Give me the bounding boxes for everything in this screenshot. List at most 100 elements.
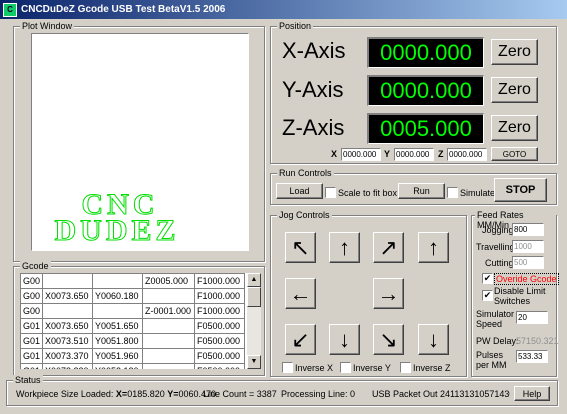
jog-x-minus-button[interactable]: ← <box>285 278 316 309</box>
logo-line2: DUDEZ <box>54 214 179 247</box>
gcode-grid[interactable]: G00 Z0005.000 F1000.000 G00 X0073.650 Y0060.1… <box>20 273 247 369</box>
run-button[interactable]: Run <box>398 183 445 199</box>
table-cell <box>92 273 144 289</box>
table-cell: X0073.370 <box>42 348 94 364</box>
table-cell: Y0051.800 <box>92 333 144 349</box>
x-axis-readout: 0000.000 <box>367 37 484 68</box>
jog-down-right-button[interactable]: ↘ <box>373 324 404 355</box>
usb-packet-out: USB Packet Out 24113131057143000 <box>372 389 510 399</box>
table-cell <box>42 303 94 319</box>
load-button[interactable]: Load <box>276 183 323 199</box>
simulator-speed-input[interactable]: 20 <box>516 311 548 324</box>
table-row[interactable]: G00 Z-0001.000 F1000.000 <box>20 303 246 319</box>
disable-limit-switches-checkbox[interactable]: ✔ <box>482 290 493 301</box>
goto-x-label: X <box>331 149 338 159</box>
jog-up-right-button[interactable]: ↗ <box>373 232 404 263</box>
table-cell: F0500.000 <box>194 333 246 349</box>
jog-controls-label: Jog Controls <box>277 210 332 220</box>
travelling-label: Travelling <box>476 242 515 252</box>
jogging-label: Jogging <box>482 225 514 235</box>
jog-x-plus-button[interactable]: → <box>373 278 404 309</box>
table-cell: F0500.000 <box>194 318 246 334</box>
plot-window-label: Plot Window <box>20 21 75 31</box>
gcode-label: Gcode <box>20 261 51 271</box>
goto-button[interactable]: GOTO <box>491 147 538 161</box>
override-gcode-label: Overide Gcode <box>494 273 559 285</box>
table-row[interactable]: G01 X0073.370 Y0051.960 F0500.000 <box>20 348 246 364</box>
workpiece-size: Workpiece Size Loaded: X=0185.820 Y=0060… <box>16 389 216 399</box>
simulator-speed-label: Simulator Speed <box>476 309 515 329</box>
app-icon: C <box>3 2 17 17</box>
stop-button[interactable]: STOP <box>494 178 547 202</box>
gcode-table: G00 Z0005.000 F1000.000 G00 X0073.650 Y0060.1… <box>20 273 246 369</box>
table-cell: X0073.650 <box>42 288 94 304</box>
table-cell <box>142 363 196 369</box>
jog-y-minus-button[interactable]: ↓ <box>329 324 360 355</box>
help-button[interactable]: Help <box>514 386 550 401</box>
table-cell: Y0051.650 <box>92 318 144 334</box>
position-label: Position <box>277 21 314 31</box>
goto-x-input[interactable]: 0000.000 <box>341 148 381 161</box>
jog-z-up-button[interactable]: ↑ <box>418 232 449 263</box>
table-cell: X0073.650 <box>42 318 94 334</box>
disable-limit-switches-label: Disable Limit Switches <box>494 286 546 306</box>
inverse-x-checkbox[interactable] <box>282 362 293 373</box>
table-row[interactable]: G01X0073.230Y0052.120 F0500.000 <box>20 363 246 369</box>
workpiece-label: Workpiece Size Loaded: <box>16 389 114 399</box>
table-cell <box>142 348 196 364</box>
goto-z-input[interactable]: 0000.000 <box>447 148 487 161</box>
scroll-down-icon[interactable]: ▼ <box>247 355 261 369</box>
table-cell: Y0052.120 <box>92 363 144 369</box>
jog-z-down-button[interactable]: ↓ <box>418 324 449 355</box>
table-cell <box>42 273 94 289</box>
table-cell: F0500.000 <box>194 363 246 369</box>
zero-y-button[interactable]: Zero <box>491 77 538 103</box>
goto-y-input[interactable]: 0000.000 <box>394 148 434 161</box>
zero-z-button[interactable]: Zero <box>491 115 538 141</box>
jog-y-plus-button[interactable]: ↑ <box>329 232 360 263</box>
y-axis-label: Y-Axis <box>282 77 344 102</box>
table-cell: G01 <box>20 363 44 369</box>
table-cell <box>142 333 196 349</box>
y-axis-readout: 0000.000 <box>367 75 484 106</box>
scale-to-fit-checkbox[interactable] <box>325 187 336 198</box>
override-gcode-checkbox[interactable]: ✔ <box>482 273 493 284</box>
table-cell: Y0051.960 <box>92 348 144 364</box>
table-cell: X0073.230 <box>42 363 94 369</box>
table-cell: G00 <box>20 288 44 304</box>
table-cell <box>92 303 144 319</box>
x-axis-label: X-Axis <box>282 38 346 63</box>
table-row[interactable]: G01 X0073.510 Y0051.800 F0500.000 <box>20 333 246 349</box>
scroll-up-icon[interactable]: ▲ <box>247 273 261 287</box>
workpiece-x-label: X= <box>115 389 128 399</box>
goto-z-label: Z <box>438 149 444 159</box>
jog-down-left-button[interactable]: ↙ <box>285 324 316 355</box>
scroll-thumb[interactable] <box>247 287 261 307</box>
cutting-input[interactable]: 500 <box>512 256 544 269</box>
plot-canvas[interactable]: CNC DUDEZ <box>31 33 249 251</box>
inverse-y-label: Inverse Y <box>353 363 391 373</box>
goto-y-label: Y <box>384 149 391 159</box>
title-bar: C CNCDuDeZ Gcode USB Test BetaV1.5 2006 <box>0 0 567 19</box>
simulate-checkbox[interactable] <box>447 187 458 198</box>
jogging-input[interactable]: 800 <box>512 223 544 236</box>
table-cell: F1000.000 <box>194 288 246 304</box>
run-controls-label: Run Controls <box>277 168 334 178</box>
inverse-y-checkbox[interactable] <box>340 362 351 373</box>
travelling-input[interactable]: 1000 <box>512 240 544 253</box>
table-cell <box>142 288 196 304</box>
zero-x-button[interactable]: Zero <box>491 39 538 65</box>
table-cell: X0073.510 <box>42 333 94 349</box>
scale-to-fit-label: Scale to fit box <box>338 188 398 198</box>
inverse-z-checkbox[interactable] <box>400 362 411 373</box>
table-cell: Y0060.180 <box>92 288 144 304</box>
table-row[interactable]: G00 Z0005.000 F1000.000 <box>20 273 246 289</box>
table-row[interactable]: G00 X0073.650 Y0060.180 F1000.000 <box>20 288 246 304</box>
table-row[interactable]: G01 X0073.650 Y0051.650 F0500.000 <box>20 318 246 334</box>
table-cell: G01 <box>20 333 44 349</box>
cutting-label: Cutting <box>485 258 514 268</box>
table-cell: Z0005.000 <box>142 273 196 289</box>
gcode-scrollbar[interactable]: ▲ ▼ <box>247 273 261 369</box>
jog-up-left-button[interactable]: ↖ <box>285 232 316 263</box>
pulses-per-mm-input[interactable]: 533.33 <box>516 350 548 363</box>
